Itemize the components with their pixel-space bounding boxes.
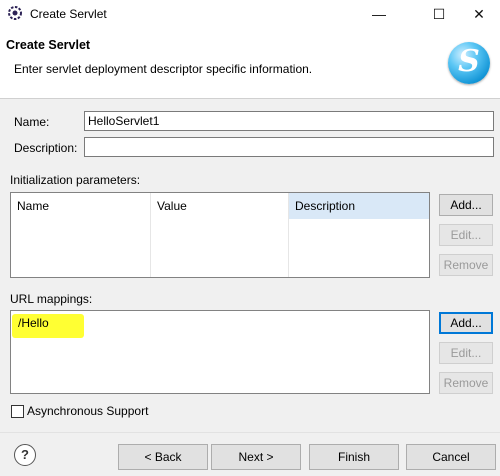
name-field[interactable]: HelloServlet1: [84, 111, 494, 131]
init-add-button[interactable]: Add...: [439, 194, 493, 216]
url-edit-button[interactable]: Edit...: [439, 342, 493, 364]
column-header-description[interactable]: Description: [289, 193, 429, 219]
description-field[interactable]: [84, 137, 494, 157]
list-item[interactable]: /Hello: [18, 316, 49, 330]
minimize-button[interactable]: —: [362, 4, 396, 24]
page-description: Enter servlet deployment descriptor spec…: [14, 62, 313, 76]
url-mappings-label: URL mappings:: [10, 292, 93, 306]
init-edit-button[interactable]: Edit...: [439, 224, 493, 246]
name-label: Name:: [14, 115, 50, 129]
back-button[interactable]: < Back: [118, 444, 208, 470]
init-params-label: Initialization parameters:: [10, 173, 141, 187]
url-add-button[interactable]: Add...: [439, 312, 493, 334]
eclipse-icon: [8, 6, 22, 20]
next-button[interactable]: Next >: [211, 444, 301, 470]
description-label: Description:: [14, 141, 78, 155]
column-header-name[interactable]: Name: [11, 193, 149, 219]
maximize-button[interactable]: ☐: [422, 4, 456, 24]
help-icon[interactable]: ?: [14, 444, 36, 466]
servlet-logo-icon: S: [448, 42, 490, 84]
init-remove-button[interactable]: Remove: [439, 254, 493, 276]
async-support-checkbox[interactable]: [11, 405, 24, 418]
url-remove-button[interactable]: Remove: [439, 372, 493, 394]
window-title: Create Servlet: [30, 7, 107, 21]
close-button[interactable]: ✕: [462, 4, 496, 24]
column-header-value[interactable]: Value: [151, 193, 287, 219]
init-params-table[interactable]: Name Value Description: [10, 192, 430, 278]
async-support-label[interactable]: Asynchronous Support: [27, 404, 148, 418]
finish-button[interactable]: Finish: [309, 444, 399, 470]
footer-divider: [0, 432, 500, 433]
page-title: Create Servlet: [6, 38, 91, 52]
cancel-button[interactable]: Cancel: [406, 444, 496, 470]
